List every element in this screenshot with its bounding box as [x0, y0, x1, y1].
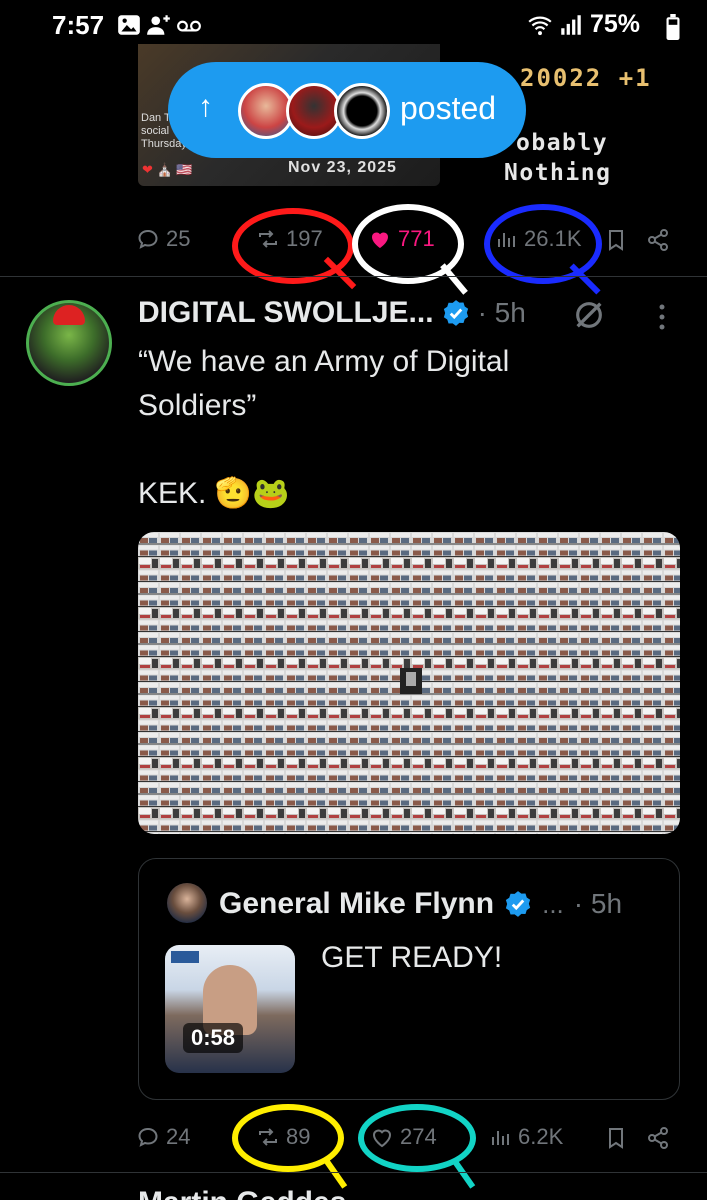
post-image-mosaic[interactable] [138, 532, 680, 834]
share-icon[interactable] [646, 1126, 670, 1150]
post-text-line: KEK. 🫡🐸 [138, 477, 290, 510]
voicemail-icon [177, 20, 201, 32]
reply-count: 24 [166, 1124, 191, 1149]
quote-header: General Mike Flynn ... · 5h [219, 887, 622, 921]
reply-icon [138, 1127, 158, 1147]
post-time: · 5h [477, 297, 526, 328]
views-count: 6.2K [518, 1124, 564, 1149]
battery-level: 75% [590, 10, 641, 38]
wifi-icon [528, 16, 552, 36]
quote-time: · 5h [573, 888, 623, 919]
views-icon [492, 1131, 509, 1145]
annotation-circle-blue [484, 204, 602, 284]
bookmark-icon[interactable] [604, 228, 628, 252]
more-options-icon[interactable] [650, 302, 674, 332]
emoji-strip: ❤ ⛪ 🇺🇸 [142, 162, 193, 177]
divider [0, 1172, 707, 1173]
add-contact-icon [147, 15, 170, 35]
posted-label: posted [400, 90, 497, 126]
side-text-line1: obably [516, 130, 609, 156]
side-text-line2: Nothing [504, 160, 612, 186]
gallery-icon [118, 15, 140, 35]
santa-hat [53, 305, 85, 325]
post-text-line: “We have an Army of Digital [138, 345, 510, 378]
annotation-tail-yellow [322, 1157, 348, 1189]
post-text-line: Soldiers” [138, 389, 257, 422]
views-button[interactable]: 6.2K [488, 1124, 563, 1150]
quote-text: GET READY! [321, 941, 503, 974]
video-duration: 0:58 [183, 1023, 244, 1053]
author-name[interactable]: DIGITAL SWOLLJE... [138, 296, 434, 330]
reply-count: 25 [166, 226, 191, 251]
annotation-tail-cyan [450, 1157, 476, 1189]
annotation-tail-white [440, 263, 468, 295]
post-text: “We have an Army of Digital Soldiers” KE… [138, 340, 678, 516]
quote-author-avatar [167, 883, 207, 923]
reply-button[interactable]: 24 [136, 1124, 190, 1150]
reply-button[interactable]: 25 [136, 226, 190, 252]
status-time: 7:57 [52, 10, 105, 40]
quoted-post[interactable]: General Mike Flynn ... · 5h 0:58 GET REA… [138, 858, 680, 1100]
post-text-spacer [138, 428, 678, 472]
quote-video-thumbnail[interactable]: 0:58 [165, 945, 295, 1073]
ticker-text: 20022 +1 [520, 64, 652, 92]
quote-author-name: General Mike Flynn [219, 887, 495, 920]
author-avatar[interactable] [26, 300, 112, 386]
quote-handle-ellipsis: ... [542, 888, 564, 919]
grok-icon[interactable] [572, 298, 606, 332]
verified-badge-icon [505, 891, 531, 917]
new-posts-pill[interactable]: ↑ posted [168, 62, 526, 158]
arrow-up-icon: ↑ [198, 90, 213, 123]
avatar [334, 83, 390, 139]
battery-icon [666, 14, 680, 40]
bookmark-icon[interactable] [604, 1126, 628, 1150]
next-post-author[interactable]: Martin Geddes [138, 1188, 346, 1200]
share-icon[interactable] [646, 228, 670, 252]
reply-icon [138, 229, 158, 249]
verified-badge-icon [443, 300, 468, 326]
divider [0, 276, 707, 277]
logo-mark [171, 951, 199, 963]
post-header: DIGITAL SWOLLJE... · 5h [138, 296, 526, 330]
media-date: Nov 23, 2025 [288, 159, 397, 176]
signal-icon [561, 15, 581, 35]
